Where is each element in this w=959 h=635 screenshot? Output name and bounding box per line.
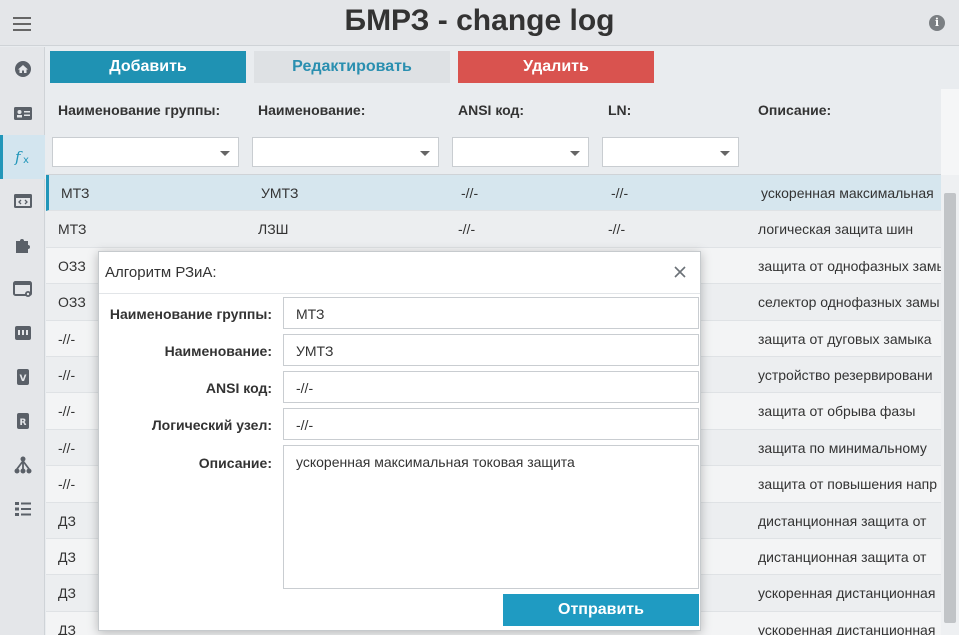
info-icon[interactable]: i xyxy=(929,15,945,31)
column-header-ln[interactable]: LN: xyxy=(608,102,631,118)
cell-ansi: -//- xyxy=(461,185,479,201)
sidebar-item-card[interactable] xyxy=(0,91,45,135)
page-title: БМРЗ - change log xyxy=(344,4,615,37)
close-icon[interactable] xyxy=(672,264,688,280)
cell-group: МТЗ xyxy=(61,185,90,201)
cell-desc: дистанционная защита от xyxy=(758,512,927,529)
cell-desc: дистанционная защита от xyxy=(758,548,927,565)
cell-desc: защита от повышения напр xyxy=(758,476,938,493)
toolbar: Добавить Редактировать Удалить xyxy=(46,47,959,89)
id-card-icon xyxy=(13,107,32,120)
cell-desc: логическая защита шин xyxy=(758,221,914,238)
ln-label: Логический узел: xyxy=(151,417,272,433)
cell-desc: ускоренная дистанционная xyxy=(758,585,936,602)
cell-desc: ускоренная максимальная xyxy=(761,185,934,201)
code-window-icon xyxy=(13,194,32,208)
cell-ansi: -//- xyxy=(458,221,476,238)
sidebar: fx V R xyxy=(0,47,45,635)
cell-ln: -//- xyxy=(611,185,629,201)
table-row[interactable]: МТЗ ЛЗШ -//- -//- логическая защита шин xyxy=(46,211,941,248)
list-icon xyxy=(14,502,31,516)
cell-desc: селектор однофазных замы xyxy=(758,294,940,311)
cell-name: УМТЗ xyxy=(261,185,299,201)
sidebar-item-r[interactable]: R xyxy=(0,399,45,443)
column-header-group[interactable]: Наименование группы: xyxy=(58,102,220,118)
group-field[interactable]: МТЗ xyxy=(283,297,699,329)
filter-ansi-select[interactable] xyxy=(452,137,589,167)
add-button[interactable]: Добавить xyxy=(50,51,246,83)
ansi-field[interactable]: -//- xyxy=(283,371,699,403)
cell-group: МТЗ xyxy=(58,221,87,238)
group-label: Наименование группы: xyxy=(109,306,272,322)
cell-desc: защита от обрыва фазы xyxy=(758,403,916,420)
description-textarea[interactable]: ускоренная максимальная токовая защита xyxy=(283,445,699,589)
description-label: Описание: xyxy=(198,455,272,471)
home-icon xyxy=(14,61,31,77)
name-label: Наименование: xyxy=(164,343,272,359)
sidebar-item-code[interactable] xyxy=(0,179,45,223)
sidebar-item-v[interactable]: V xyxy=(0,355,45,399)
filter-group-select[interactable] xyxy=(52,137,239,167)
cell-ln: -//- xyxy=(608,221,626,238)
submit-button[interactable]: Отправить xyxy=(503,594,699,626)
dialog-title: Алгоритм РЗиА: xyxy=(105,264,217,281)
sidebar-item-hierarchy[interactable] xyxy=(0,443,45,487)
delete-button[interactable]: Удалить xyxy=(458,51,654,83)
ln-field[interactable]: -//- xyxy=(283,408,699,440)
sidebar-item-window-settings[interactable] xyxy=(0,267,45,311)
puzzle-icon xyxy=(15,239,30,253)
r-badge-icon: R xyxy=(16,413,29,429)
svg-text:V: V xyxy=(19,374,26,384)
table-header: Наименование группы: Наименование: ANSI … xyxy=(46,89,941,175)
name-field[interactable]: УМТЗ xyxy=(283,334,699,366)
column-header-description[interactable]: Описание: xyxy=(758,102,831,118)
hardware-icon xyxy=(14,326,31,340)
dialog-divider xyxy=(99,293,700,294)
cell-desc: защита от дуговых замыка xyxy=(758,330,932,347)
ansi-label: ANSI код: xyxy=(205,380,272,396)
edit-button[interactable]: Редактировать xyxy=(254,51,450,83)
hierarchy-icon xyxy=(14,456,31,474)
filter-ln-select[interactable] xyxy=(602,137,739,167)
function-icon: fx xyxy=(14,148,29,166)
cell-desc: защита по минимальному xyxy=(758,439,927,456)
settings-window-icon xyxy=(12,281,32,297)
column-header-ansi[interactable]: ANSI код: xyxy=(458,102,524,118)
sidebar-item-functions[interactable]: fx xyxy=(0,135,45,179)
svg-text:R: R xyxy=(19,418,26,428)
cell-desc: защита от однофазных замы xyxy=(758,257,941,274)
table-scrollbar[interactable] xyxy=(941,175,959,635)
sidebar-item-plugins[interactable] xyxy=(0,223,45,267)
column-header-name[interactable]: Наименование: xyxy=(258,102,365,118)
app-header: БМРЗ - change log i xyxy=(0,0,959,46)
algorithm-dialog: Алгоритм РЗиА: Наименование группы: МТЗ … xyxy=(98,251,701,631)
scrollbar-thumb[interactable] xyxy=(944,193,956,623)
svg-text:f: f xyxy=(14,148,23,166)
table-row[interactable]: МТЗ УМТЗ -//- -//- ускоренная максимальная xyxy=(46,175,941,212)
sidebar-item-hardware[interactable] xyxy=(0,311,45,355)
sidebar-item-list[interactable] xyxy=(0,487,45,531)
svg-text:x: x xyxy=(23,155,29,166)
cell-desc: ускоренная дистанционная xyxy=(758,621,936,635)
filter-name-select[interactable] xyxy=(252,137,439,167)
v-badge-icon: V xyxy=(16,369,29,385)
cell-name: ЛЗШ xyxy=(258,221,289,238)
cell-desc: устройство резервировани xyxy=(758,366,933,383)
sidebar-item-home[interactable] xyxy=(0,47,45,91)
